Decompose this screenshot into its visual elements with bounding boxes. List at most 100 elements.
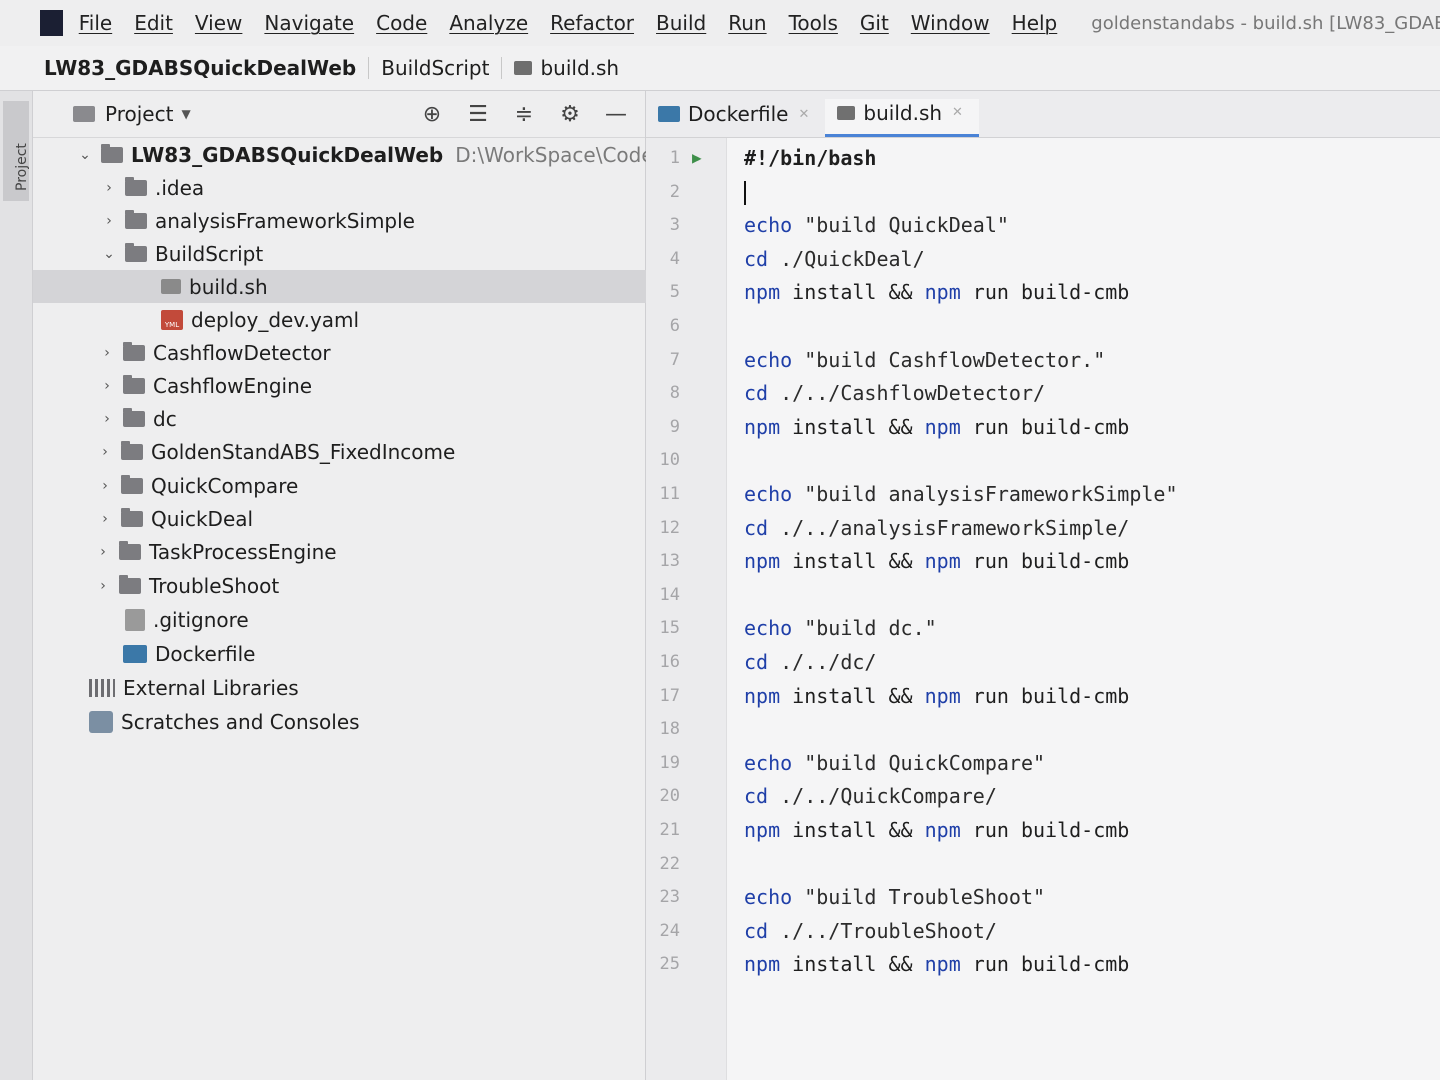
code-line[interactable]: 22 (646, 849, 1440, 879)
code-line[interactable]: 25 npm install && npm run build-cmb (646, 949, 1440, 979)
code-line[interactable]: 18 (646, 714, 1440, 744)
chevron-right-icon[interactable]: › (97, 180, 121, 196)
command-keyword: cd (744, 784, 769, 809)
chevron-right-icon[interactable]: › (93, 511, 117, 527)
gitignore-file-icon (125, 608, 145, 631)
tree-item-label: dc (153, 406, 177, 431)
chevron-down-icon[interactable]: ⌄ (73, 147, 97, 163)
chevron-right-icon[interactable]: › (95, 378, 119, 394)
code-line[interactable]: 15 echo "build dc." (646, 613, 1440, 643)
code-text: cd ./../QuickCompare/ (744, 781, 997, 811)
collapse-all-icon[interactable]: ≑ (511, 102, 537, 127)
tree-item-external-libraries[interactable]: External Libraries (33, 671, 697, 704)
tree-item-buildscript[interactable]: ⌄ BuildScript (33, 237, 709, 270)
chevron-right-icon[interactable]: › (93, 478, 117, 494)
menu-run[interactable]: Run (728, 11, 766, 35)
breadcrumb-project[interactable]: LW83_GDABSQuickDealWeb (0, 56, 368, 80)
code-line[interactable]: 5 npm install && npm run build-cmb (646, 277, 1440, 307)
run-icon[interactable]: ▶ (692, 143, 702, 173)
code-line[interactable]: 3 echo "build QuickDeal" (646, 210, 1440, 240)
code-line[interactable]: 8 cd ./../CashflowDetector/ (646, 378, 1440, 408)
command-keyword: npm (924, 414, 961, 439)
tree-item-idea[interactable]: › .idea (33, 171, 709, 204)
menu-tools[interactable]: Tools (789, 11, 838, 35)
breadcrumb-file[interactable]: build.sh (502, 56, 631, 80)
chevron-right-icon[interactable]: › (97, 213, 121, 229)
code-line[interactable]: 16 cd ./../dc/ (646, 647, 1440, 677)
tree-item-gitignore[interactable]: .gitignore (33, 603, 733, 636)
tree-item-label: External Libraries (123, 675, 299, 700)
menu-view[interactable]: View (195, 11, 242, 35)
code-text: cd ./QuickDeal/ (744, 244, 925, 274)
tree-item-root[interactable]: ⌄ LW83_GDABSQuickDealWeb D:\WorkSpace\Co… (33, 138, 685, 171)
code-line[interactable]: 23 echo "build TroubleShoot" (646, 882, 1440, 912)
menu-code[interactable]: Code (376, 11, 427, 35)
tree-item-cashflowengine[interactable]: › CashflowEngine (33, 369, 707, 402)
tab-build-sh[interactable]: build.sh ✕ (825, 99, 979, 137)
close-icon[interactable]: ✕ (799, 107, 810, 122)
code-line[interactable]: 17 npm install && npm run build-cmb (646, 681, 1440, 711)
menu-navigate[interactable]: Navigate (264, 11, 354, 35)
menu-window[interactable]: Window (911, 11, 990, 35)
tab-dockerfile[interactable]: Dockerfile ✕ (646, 99, 825, 137)
code-line[interactable]: 24 cd ./../TroubleShoot/ (646, 916, 1440, 946)
chevron-right-icon[interactable]: › (95, 345, 119, 361)
chevron-right-icon[interactable]: › (91, 578, 115, 594)
code-line[interactable]: 21 npm install && npm run build-cmb (646, 815, 1440, 845)
menu-refactor[interactable]: Refactor (550, 11, 634, 35)
code-text: echo "build dc." (744, 613, 937, 643)
tree-item-dockerfile[interactable]: Dockerfile (33, 637, 731, 670)
menu-git[interactable]: Git (860, 11, 889, 35)
tree-item-analysisframeworksimple[interactable]: › analysisFrameworkSimple (33, 204, 709, 237)
code-line[interactable]: 4 cd ./QuickDeal/ (646, 244, 1440, 274)
tree-item-troubleshoot[interactable]: › TroubleShoot (33, 569, 703, 602)
left-tool-window-strip: Project (0, 91, 33, 1080)
code-line[interactable]: 10 (646, 445, 1440, 475)
code-line[interactable]: 13 npm install && npm run build-cmb (646, 546, 1440, 576)
code-line[interactable]: 9 npm install && npm run build-cmb (646, 412, 1440, 442)
close-icon[interactable]: ✕ (952, 105, 963, 120)
tree-item-cashflowdetector[interactable]: › CashflowDetector (33, 336, 707, 369)
tree-item-path: D:\WorkSpace\Code\ (455, 142, 661, 167)
command-keyword: npm (924, 549, 961, 574)
menu-build[interactable]: Build (656, 11, 706, 35)
locate-file-icon[interactable]: ⊕ (419, 102, 445, 127)
code-line[interactable]: 19 echo "build QuickCompare" (646, 748, 1440, 778)
code-args: ./../CashflowDetector/ (768, 381, 1046, 406)
project-view-selector[interactable]: Project (105, 102, 173, 126)
chevron-down-icon[interactable]: ▼ (181, 107, 190, 121)
folder-icon (121, 507, 143, 527)
tree-item-label: QuickDeal (151, 506, 254, 531)
breadcrumb-folder[interactable]: BuildScript (369, 56, 501, 80)
menu-analyze[interactable]: Analyze (449, 11, 528, 35)
tree-item-taskprocessengine[interactable]: › TaskProcessEngine (33, 535, 703, 568)
tree-item-quickcompare[interactable]: › QuickCompare (33, 469, 705, 502)
code-line[interactable]: 6 (646, 311, 1440, 341)
chevron-right-icon[interactable]: › (95, 411, 119, 427)
menu-file[interactable]: File (79, 11, 112, 35)
gear-icon[interactable]: ⚙ (557, 102, 583, 127)
menu-edit[interactable]: Edit (134, 11, 173, 35)
chevron-right-icon[interactable]: › (91, 544, 115, 560)
code-line[interactable]: 1 ▶ #!/bin/bash (646, 143, 1440, 173)
docker-file-icon (658, 106, 680, 122)
code-line[interactable]: 20 cd ./../QuickCompare/ (646, 781, 1440, 811)
code-line[interactable]: 14 (646, 580, 1440, 610)
code-line[interactable]: 12 cd ./../analysisFrameworkSimple/ (646, 513, 1440, 543)
tree-item-quickdeal[interactable]: › QuickDeal (33, 502, 705, 535)
chevron-down-icon[interactable]: ⌄ (97, 246, 121, 262)
code-line[interactable]: 7 echo "build CashflowDetector." (646, 345, 1440, 375)
tree-item-scratches-and-consoles[interactable]: Scratches and Consoles (33, 705, 697, 738)
tree-item-dc[interactable]: › dc (33, 402, 707, 435)
menu-help[interactable]: Help (1012, 11, 1058, 35)
code-text: cd ./../TroubleShoot/ (744, 916, 997, 946)
hide-panel-icon[interactable]: — (603, 102, 629, 127)
expand-all-icon[interactable]: ☰ (465, 102, 491, 127)
tree-item-goldenstandabs-fixedincome[interactable]: › GoldenStandABS_FixedIncome (33, 435, 705, 468)
code-line[interactable]: 11 echo "build analysisFrameworkSimple" (646, 479, 1440, 509)
folder-icon (125, 209, 147, 229)
chevron-right-icon[interactable]: › (93, 444, 117, 460)
code-line[interactable]: 2 (646, 177, 1440, 207)
intellij-logo-icon[interactable] (40, 10, 63, 36)
line-number: 17 (659, 685, 680, 706)
